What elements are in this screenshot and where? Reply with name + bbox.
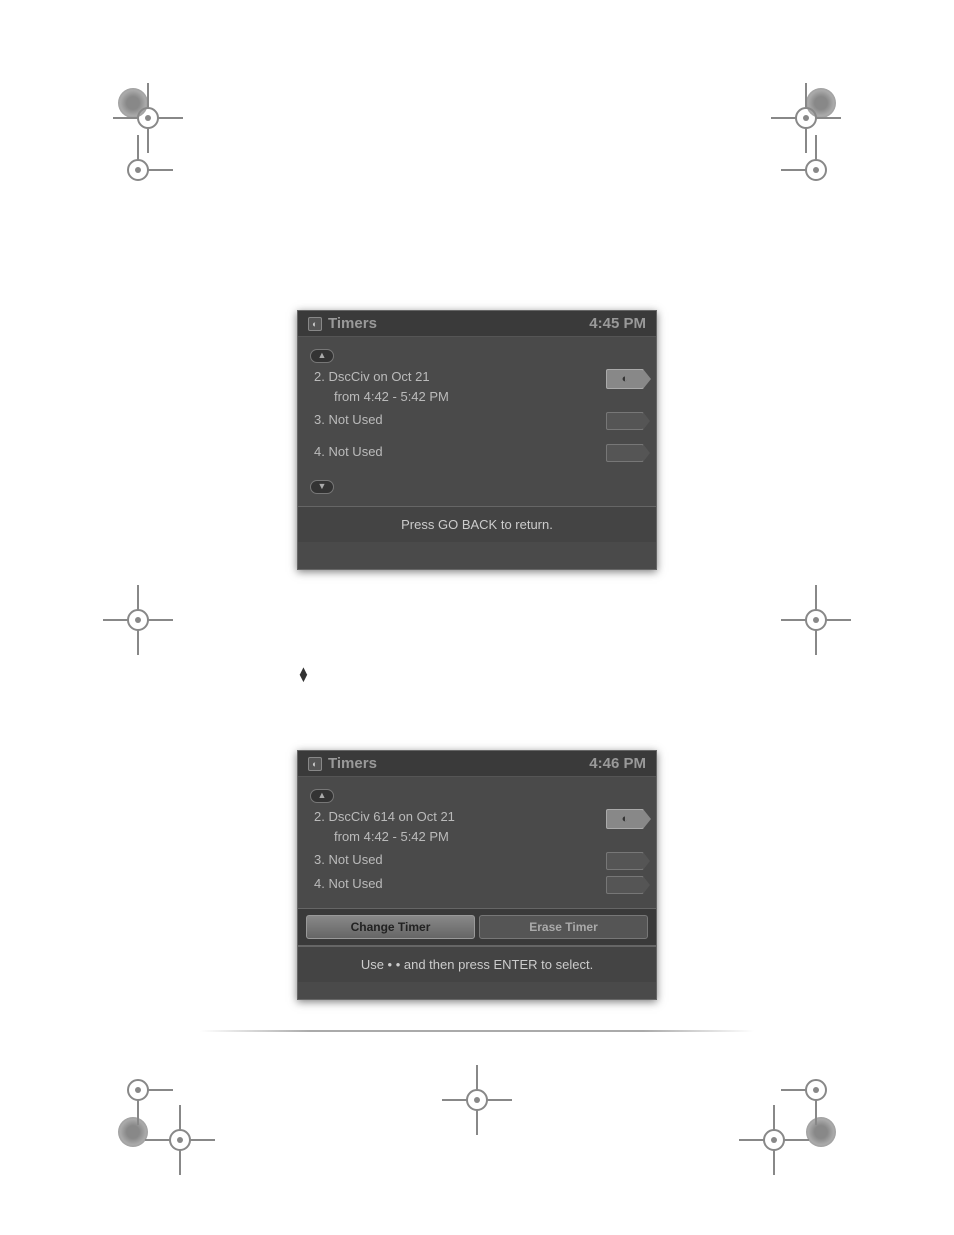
timers-panel-1: ◐ Timers 4:45 PM ▲ 2. DscCiv on Oct 21 f… — [297, 310, 657, 570]
timer-index: 4. — [314, 876, 325, 891]
crosshair-icon — [734, 1100, 814, 1180]
timer-item[interactable]: 4. Not Used — [310, 874, 644, 894]
panel-body: ▲ 2. DscCiv on Oct 21 from 4:42 - 5:42 P… — [298, 337, 656, 506]
change-timer-button[interactable]: Change Timer — [306, 915, 475, 939]
panel-body: ▲ 2. DscCiv 614 on Oct 21 from 4:42 - 5:… — [298, 777, 656, 908]
crosshair-icon — [776, 130, 856, 210]
panel-title: Timers — [328, 315, 377, 332]
timer-icon: ◐ — [308, 317, 322, 331]
panel-header: ◐ Timers 4:46 PM — [298, 751, 656, 777]
timer-item[interactable]: 4. Not Used — [310, 442, 644, 462]
clock-time: 4:46 PM — [589, 755, 646, 772]
empty-indicator — [606, 876, 644, 894]
crosshair-icon — [140, 1100, 220, 1180]
timer-index: 3. — [314, 852, 325, 867]
timer-index: 4. — [314, 444, 325, 459]
timer-time-range: from 4:42 - 5:42 PM — [314, 389, 449, 404]
timer-item[interactable]: 2. DscCiv on Oct 21 from 4:42 - 5:42 PM … — [310, 367, 644, 406]
timers-panel-2: ◐ Timers 4:46 PM ▲ 2. DscCiv 614 on Oct … — [297, 750, 657, 1000]
timer-label: Not Used — [328, 412, 382, 427]
scroll-up-button[interactable]: ▲ — [310, 349, 334, 363]
panel-footer: Use • • and then press ENTER to select. — [298, 946, 656, 982]
up-down-arrows-icon: ▲▼ — [297, 667, 310, 683]
erase-timer-button[interactable]: Erase Timer — [479, 915, 648, 939]
footer-hint: Press GO BACK to return. — [401, 517, 553, 532]
timer-index: 2. — [314, 369, 325, 384]
crosshair-icon — [98, 580, 178, 660]
timer-index: 3. — [314, 412, 325, 427]
timer-label: Not Used — [328, 876, 382, 891]
timer-item[interactable]: 3. Not Used — [310, 410, 644, 430]
timer-time-range: from 4:42 - 5:42 PM — [314, 829, 449, 844]
scroll-up-button[interactable]: ▲ — [310, 789, 334, 803]
record-indicator-icon: ◐ — [606, 369, 644, 389]
footer-hint: Use • • and then press ENTER to select. — [361, 957, 593, 972]
crosshair-icon — [776, 580, 856, 660]
panel-header: ◐ Timers 4:45 PM — [298, 311, 656, 337]
clock-time: 4:45 PM — [589, 315, 646, 332]
timer-label: DscCiv on Oct 21 — [328, 369, 429, 384]
empty-indicator — [606, 412, 644, 430]
timer-label: DscCiv 614 on Oct 21 — [328, 809, 454, 824]
instruction-text: ▲▼ — [297, 665, 657, 682]
timer-item[interactable]: 3. Not Used — [310, 850, 644, 870]
timer-label: Not Used — [328, 852, 382, 867]
divider-line — [200, 1030, 754, 1032]
empty-indicator — [606, 444, 644, 462]
timer-index: 2. — [314, 809, 325, 824]
record-indicator-icon: ◐ — [606, 809, 644, 829]
timer-label: Not Used — [328, 444, 382, 459]
panel-footer: Press GO BACK to return. — [298, 506, 656, 542]
empty-indicator — [606, 852, 644, 870]
panel-title: Timers — [328, 755, 377, 772]
timer-icon: ◐ — [308, 757, 322, 771]
crosshair-icon — [98, 130, 178, 210]
timer-item[interactable]: 2. DscCiv 614 on Oct 21 from 4:42 - 5:42… — [310, 807, 644, 846]
crosshair-icon — [437, 1060, 517, 1140]
button-row: Change Timer Erase Timer — [298, 908, 656, 946]
scroll-down-button[interactable]: ▼ — [310, 480, 334, 494]
